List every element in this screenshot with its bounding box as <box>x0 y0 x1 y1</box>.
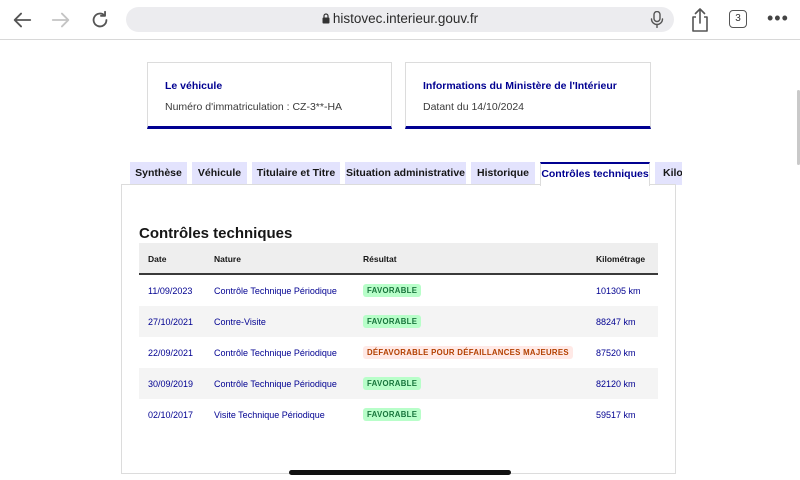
table-header: Date Nature Résultat Kilométrage <box>139 243 658 275</box>
row-mileage: 87520 km <box>596 348 636 358</box>
header-mileage: Kilométrage <box>596 254 646 264</box>
table-row: 02/10/2017 Visite Technique Périodique F… <box>139 399 658 430</box>
tabs-icon[interactable]: 3 <box>729 10 747 28</box>
status-badge: FAVORABLE <box>363 408 422 421</box>
tab-vehicule[interactable]: Véhicule <box>192 162 247 185</box>
reload-icon[interactable] <box>87 8 113 32</box>
tab-controles-techniques[interactable]: Contrôles techniques <box>540 162 650 186</box>
technical-inspections-table: Date Nature Résultat Kilométrage 11/09/2… <box>139 243 658 430</box>
row-date: 30/09/2019 <box>148 379 194 389</box>
table-row: 22/09/2021 Contrôle Technique Périodique… <box>139 337 658 368</box>
url-text: histovec.interieur.gouv.fr <box>332 11 479 26</box>
microphone-icon[interactable] <box>650 11 664 28</box>
back-arrow-icon[interactable] <box>9 8 35 32</box>
registration-number: Numéro d'immatriculation : CZ-3**-HA <box>165 101 343 113</box>
row-date: 22/09/2021 <box>148 348 194 358</box>
vehicle-card-title: Le véhicule <box>165 80 223 92</box>
share-icon[interactable] <box>690 8 710 32</box>
row-nature: Visite Technique Périodique <box>214 410 325 420</box>
status-badge: FAVORABLE <box>363 284 422 297</box>
header-nature: Nature <box>214 254 241 264</box>
tab-count: 3 <box>735 13 741 24</box>
row-date: 11/09/2023 <box>148 286 193 296</box>
header-date: Date <box>148 254 167 264</box>
table-row: 11/09/2023 Contrôle Technique Périodique… <box>139 275 658 306</box>
row-nature: Contrôle Technique Périodique <box>214 348 337 358</box>
lock-icon <box>322 13 330 24</box>
row-nature: Contrôle Technique Périodique <box>214 379 337 389</box>
table-row: 30/09/2019 Contrôle Technique Périodique… <box>139 368 658 399</box>
tab-situation-administrative[interactable]: Situation administrative <box>345 162 466 185</box>
data-date: Datant du 14/10/2024 <box>423 101 525 113</box>
url-display[interactable]: histovec.interieur.gouv.fr <box>126 11 674 26</box>
row-nature: Contre-Visite <box>214 317 266 327</box>
row-mileage: 59517 km <box>596 410 636 420</box>
forward-arrow-icon[interactable] <box>48 8 74 32</box>
row-nature: Contrôle Technique Périodique <box>214 286 337 296</box>
row-mileage: 82120 km <box>596 379 636 389</box>
more-icon[interactable]: ••• <box>767 9 789 30</box>
tab-synthese[interactable]: Synthèse <box>130 162 187 185</box>
section-title: Contrôles techniques <box>139 225 293 242</box>
home-indicator[interactable] <box>289 470 511 475</box>
tab-titulaire-titre[interactable]: Titulaire et Titre <box>252 162 340 185</box>
tab-historique[interactable]: Historique <box>471 162 535 185</box>
ministry-card: Informations du Ministère de l'Intérieur… <box>405 62 651 129</box>
header-result: Résultat <box>363 254 397 264</box>
browser-toolbar: histovec.interieur.gouv.fr 3 ••• <box>0 0 800 40</box>
row-date: 02/10/2017 <box>148 410 194 420</box>
vehicle-card: Le véhicule Numéro d'immatriculation : C… <box>147 62 392 129</box>
status-badge: FAVORABLE <box>363 377 422 390</box>
status-badge: DÉFAVORABLE POUR DÉFAILLANCES MAJEURES <box>363 346 573 359</box>
tab-kilometrage[interactable]: Kilométrage <box>655 162 682 185</box>
row-mileage: 101305 km <box>596 286 641 296</box>
row-mileage: 88247 km <box>596 317 636 327</box>
address-bar[interactable]: histovec.interieur.gouv.fr <box>126 7 674 32</box>
ministry-card-title: Informations du Ministère de l'Intérieur <box>423 80 617 92</box>
row-date: 27/10/2021 <box>148 317 194 327</box>
table-row: 27/10/2021 Contre-Visite FAVORABLE 88247… <box>139 306 658 337</box>
status-badge: FAVORABLE <box>363 315 422 328</box>
